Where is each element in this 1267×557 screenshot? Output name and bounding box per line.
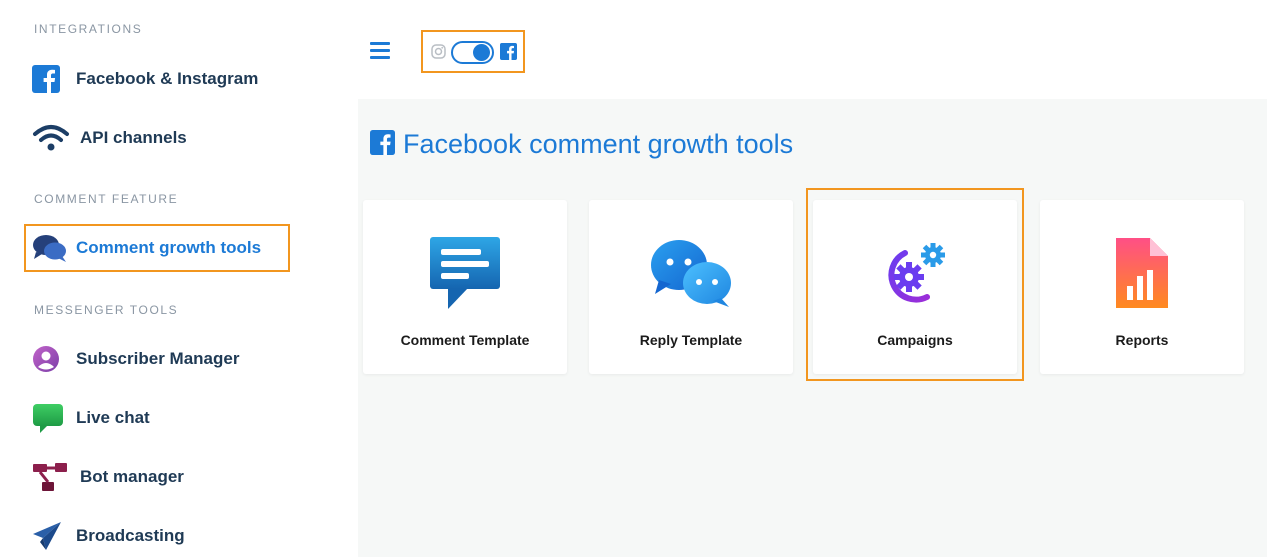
reports-icon — [1040, 233, 1244, 313]
sidebar-item-subscriber-manager[interactable]: Subscriber Manager — [26, 337, 239, 381]
campaigns-gear-icon — [813, 233, 1017, 313]
platform-switch[interactable] — [451, 41, 494, 64]
facebook-icon — [370, 129, 395, 160]
sidebar-item-broadcasting[interactable]: Broadcasting — [26, 514, 185, 557]
sidebar-item-label: Broadcasting — [76, 526, 185, 545]
chat-bubbles-icon — [26, 231, 76, 265]
sidebar-item-live-chat[interactable]: Live chat — [26, 396, 150, 440]
sidebar-item-comment-growth-tools[interactable]: Comment growth tools — [24, 224, 290, 272]
user-circle-icon — [26, 342, 76, 376]
page-title: Facebook comment growth tools — [370, 129, 793, 160]
flow-icon — [26, 460, 80, 494]
sidebar-item-label: Live chat — [76, 408, 150, 427]
facebook-icon[interactable] — [500, 43, 517, 65]
chat-bubble-icon — [26, 401, 76, 435]
wifi-icon — [26, 121, 80, 155]
card-comment-template[interactable]: Comment Template — [363, 200, 567, 374]
main-content: Facebook comment growth tools Comment Te… — [358, 99, 1267, 557]
sidebar-item-label: Bot manager — [80, 467, 184, 486]
sidebar: INTEGRATIONS Facebook & Instagram API ch… — [0, 0, 358, 557]
sidebar-item-api-channels[interactable]: API channels — [26, 116, 187, 160]
facebook-icon — [26, 62, 76, 96]
card-label: Reports — [1115, 332, 1169, 348]
comment-template-icon — [363, 233, 567, 313]
hamburger-menu-icon[interactable] — [370, 42, 390, 59]
section-title-integrations: INTEGRATIONS — [34, 22, 143, 36]
sidebar-item-label: Subscriber Manager — [76, 349, 240, 368]
page-title-text: Facebook comment growth tools — [403, 129, 794, 159]
card-reply-template[interactable]: Reply Template — [589, 200, 793, 374]
top-bar — [358, 0, 1267, 99]
platform-toggle-group — [421, 30, 525, 73]
sidebar-item-facebook-instagram[interactable]: Facebook & Instagram — [26, 57, 258, 101]
instagram-icon[interactable] — [431, 44, 446, 64]
switch-knob — [473, 44, 490, 61]
card-label: Reply Template — [639, 332, 743, 348]
paper-plane-icon — [26, 519, 76, 553]
sidebar-item-label: Comment growth tools — [76, 238, 262, 257]
card-reports[interactable]: Reports — [1040, 200, 1244, 374]
section-title-messenger-tools: MESSENGER TOOLS — [34, 303, 179, 317]
card-label: Comment Template — [400, 332, 530, 348]
reply-template-icon — [589, 233, 793, 313]
card-label: Campaigns — [877, 332, 953, 348]
sidebar-item-label: Facebook & Instagram — [76, 69, 259, 88]
sidebar-item-bot-manager[interactable]: Bot manager — [26, 455, 184, 499]
sidebar-item-label: API channels — [80, 128, 187, 147]
card-campaigns[interactable]: Campaigns — [813, 200, 1017, 374]
section-title-comment-feature: COMMENT FEATURE — [34, 192, 179, 206]
